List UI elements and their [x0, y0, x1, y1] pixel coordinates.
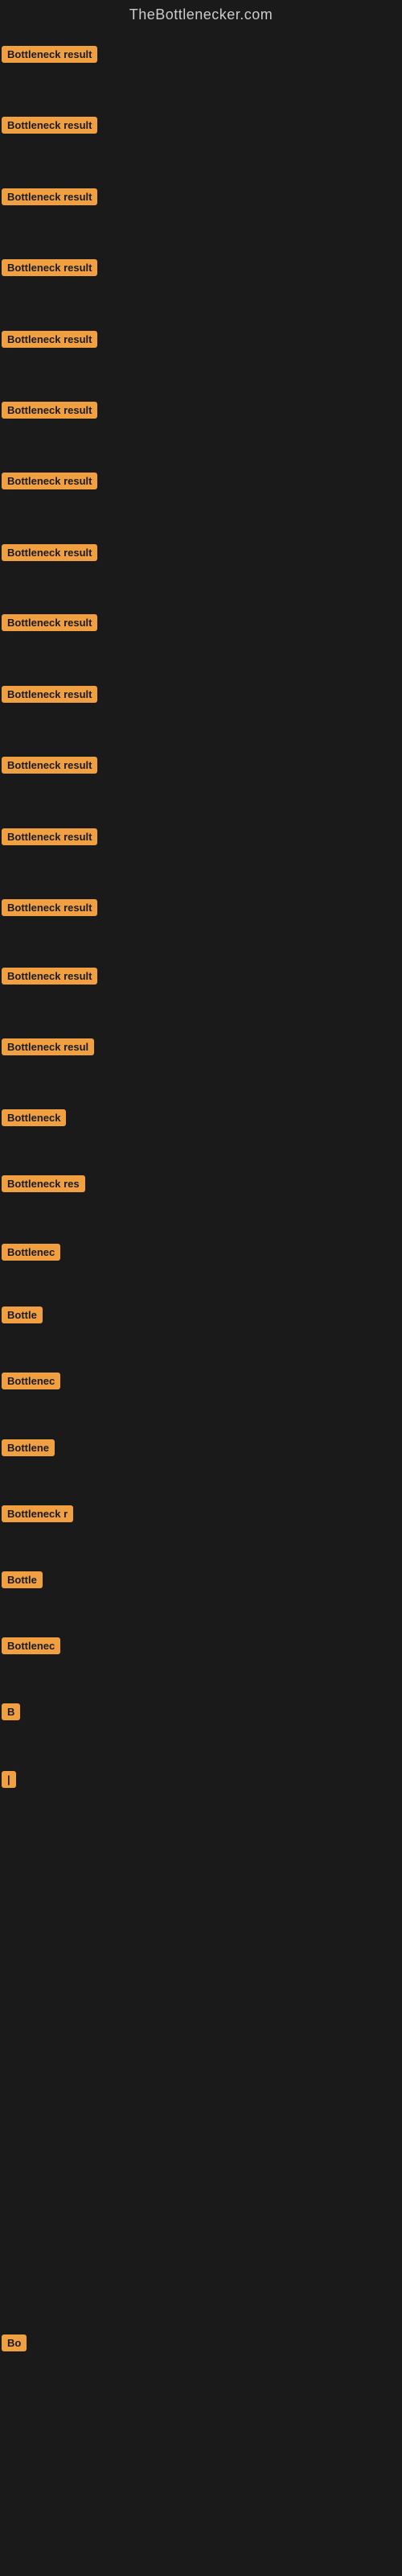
bottleneck-item: Bottlene: [2, 1439, 55, 1460]
bottleneck-label: Bottleneck result: [2, 899, 97, 916]
bottleneck-item: Bottleneck result: [2, 188, 97, 209]
bottleneck-label: Bottleneck result: [2, 473, 97, 489]
bottleneck-label: Bottlene: [2, 1439, 55, 1456]
bottleneck-item: Bottleneck res: [2, 1175, 85, 1196]
bottleneck-item: Bottlenec: [2, 1244, 60, 1265]
page-wrapper: TheBottlenecker.com Bottleneck result Bot…: [0, 0, 402, 2576]
bottleneck-label: Bottleneck result: [2, 117, 97, 134]
bottleneck-label: Bottleneck result: [2, 828, 97, 845]
bottleneck-item: Bottleneck result: [2, 828, 97, 849]
site-title: TheBottlenecker.com: [0, 0, 402, 28]
bottleneck-item: Bottleneck result: [2, 968, 97, 989]
bottleneck-label: Bottleneck result: [2, 544, 97, 561]
bottleneck-item: Bottleneck result: [2, 686, 97, 707]
bottleneck-label: Bottleneck result: [2, 614, 97, 631]
bottleneck-item: |: [2, 1771, 16, 1792]
bottleneck-item: Bottleneck result: [2, 473, 97, 493]
bottleneck-label: Bottleneck result: [2, 968, 97, 985]
bottleneck-item: Bottleneck result: [2, 757, 97, 778]
bottleneck-label: Bottle: [2, 1571, 43, 1588]
bottleneck-item: Bo: [2, 2334, 27, 2355]
bottleneck-item: Bottleneck resul: [2, 1038, 94, 1059]
bottleneck-label: Bottleneck result: [2, 757, 97, 774]
bottleneck-item: Bottleneck result: [2, 331, 97, 352]
bottleneck-item: Bottleneck result: [2, 544, 97, 565]
bottleneck-item: Bottlenec: [2, 1637, 60, 1658]
bottleneck-item: Bottleneck result: [2, 117, 97, 138]
bottleneck-label: Bottlenec: [2, 1244, 60, 1261]
bottleneck-label: Bottle: [2, 1307, 43, 1323]
bottleneck-label: Bottleneck result: [2, 331, 97, 348]
bottleneck-item: Bottlenec: [2, 1373, 60, 1393]
bottleneck-item: Bottleneck result: [2, 614, 97, 635]
bottleneck-item: Bottle: [2, 1307, 43, 1327]
bottleneck-label: Bottleneck result: [2, 402, 97, 419]
bottleneck-label: Bottleneck result: [2, 686, 97, 703]
bottleneck-item: Bottleneck result: [2, 46, 97, 67]
bottleneck-label: Bottlenec: [2, 1373, 60, 1389]
bottleneck-item: B: [2, 1703, 20, 1724]
bottleneck-item: Bottleneck result: [2, 402, 97, 423]
bottleneck-item: Bottleneck result: [2, 899, 97, 920]
bottleneck-label: Bottleneck result: [2, 46, 97, 63]
bottleneck-label: Bo: [2, 2334, 27, 2351]
bottleneck-label: |: [2, 1771, 16, 1788]
bottleneck-label: Bottleneck r: [2, 1505, 73, 1522]
bottleneck-item: Bottleneck result: [2, 259, 97, 280]
bottleneck-item: Bottleneck r: [2, 1505, 73, 1526]
bottleneck-label: Bottleneck result: [2, 259, 97, 276]
bottleneck-label: B: [2, 1703, 20, 1720]
bottleneck-label: Bottlenec: [2, 1637, 60, 1654]
bottleneck-item: Bottleneck: [2, 1109, 66, 1130]
bottleneck-label: Bottleneck resul: [2, 1038, 94, 1055]
bottleneck-label: Bottleneck result: [2, 188, 97, 205]
bottleneck-label: Bottleneck: [2, 1109, 66, 1126]
bottleneck-item: Bottle: [2, 1571, 43, 1592]
bottleneck-label: Bottleneck res: [2, 1175, 85, 1192]
